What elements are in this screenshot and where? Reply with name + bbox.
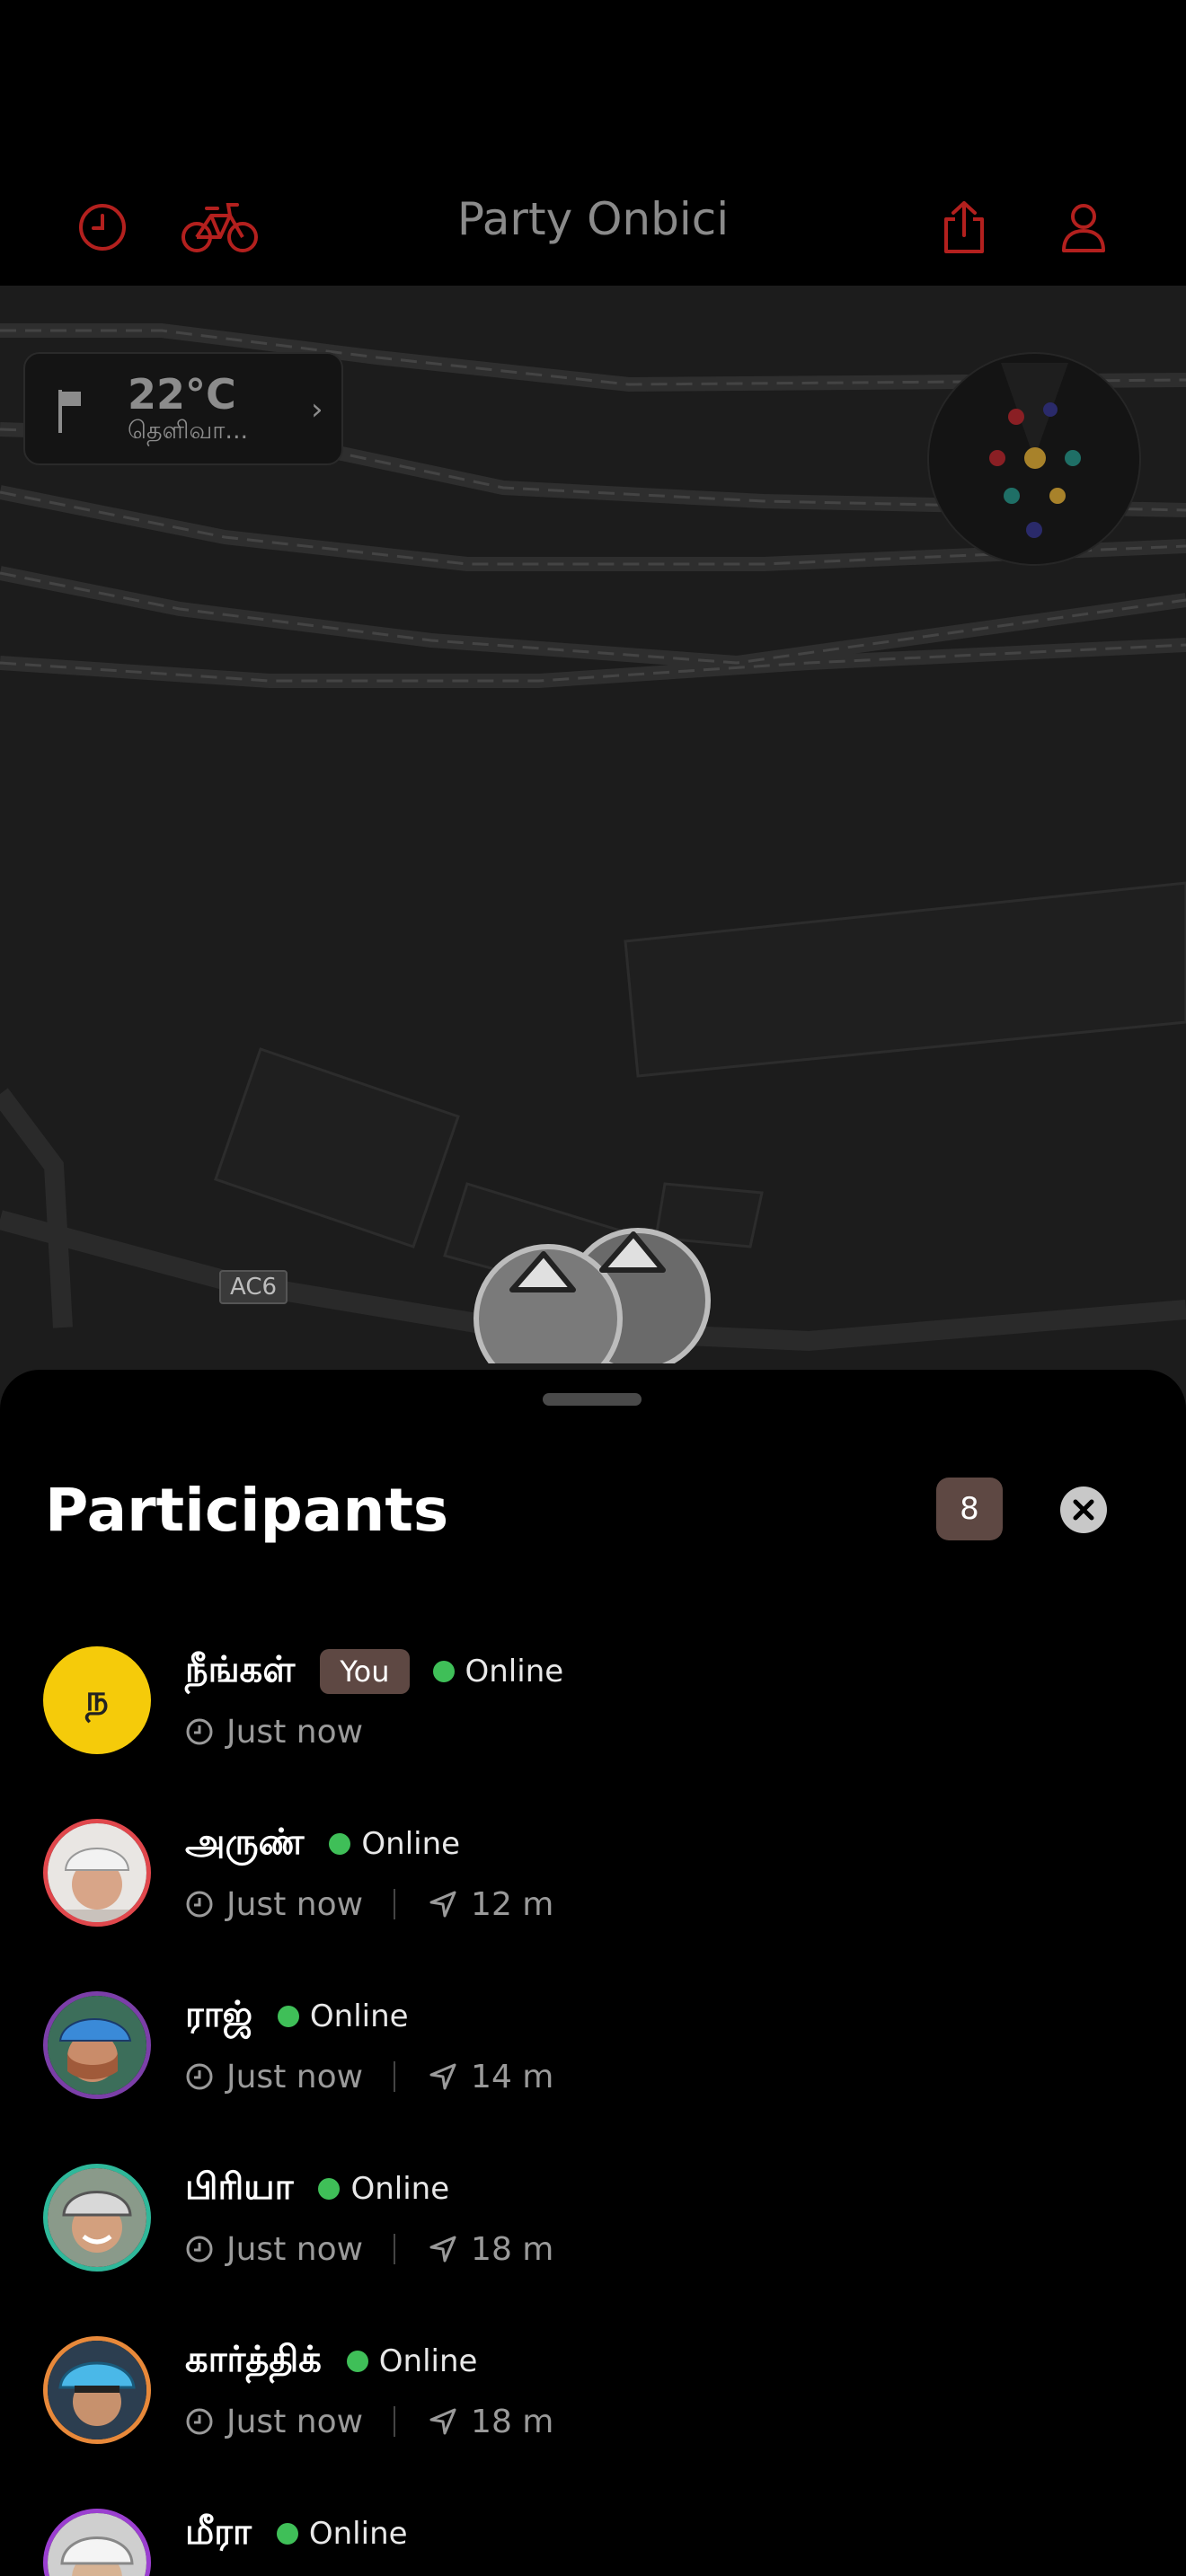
online-indicator	[346, 2351, 368, 2372]
participant-name: கார்த்திக்	[185, 2338, 322, 2380]
navigation-arrow-icon	[428, 2061, 458, 2092]
participant-name: மீரா	[185, 2510, 252, 2553]
avatar	[43, 1819, 151, 1927]
participant-row[interactable]: மீரா Online	[0, 2503, 1186, 2576]
profile-icon	[1062, 204, 1105, 252]
participant-status: Online	[465, 1654, 564, 1689]
participant-status: Online	[378, 2343, 478, 2379]
online-indicator	[318, 2178, 341, 2200]
online-indicator	[277, 2006, 299, 2027]
participant-row[interactable]: கார்த்திக் Online Just now 18 m	[0, 2331, 1186, 2501]
participants-sheet: Participants 8 ந நீங்கள் You Online Just…	[0, 1370, 1186, 2576]
participant-row[interactable]: ந நீங்கள் You Online Just now	[0, 1641, 1186, 1812]
flag-icon	[58, 390, 81, 433]
top-app-bar: Party Onbici	[0, 0, 1186, 286]
you-badge: You	[320, 1649, 410, 1694]
avatar	[43, 2336, 151, 2444]
distance: 12 m	[471, 1885, 554, 1923]
divider	[394, 2234, 396, 2264]
sheet-drag-handle[interactable]	[543, 1393, 642, 1406]
last-seen: Just now	[226, 2058, 364, 2095]
weather-description: தெளிவா...	[128, 417, 249, 445]
share-icon	[944, 201, 984, 253]
participant-count-badge: 8	[936, 1478, 1003, 1540]
avatar	[43, 2164, 151, 2272]
last-seen: Just now	[226, 1885, 364, 1923]
navigation-arrow-icon	[428, 1889, 458, 1919]
close-icon	[1073, 1499, 1094, 1521]
sheet-title: Participants	[45, 1476, 449, 1545]
online-indicator	[276, 2523, 298, 2545]
weather-widget[interactable]: 22°C தெளிவா... ›	[23, 352, 343, 465]
last-seen: Just now	[226, 1713, 364, 1751]
distance: 18 m	[471, 2403, 554, 2440]
clock-icon	[185, 2407, 214, 2436]
navigation-arrow-icon	[428, 2406, 458, 2437]
online-indicator	[432, 1661, 455, 1682]
avatar	[43, 2509, 151, 2576]
participant-status: Online	[309, 1998, 409, 2034]
distance: 18 m	[471, 2230, 554, 2268]
distance: 14 m	[471, 2058, 554, 2095]
close-button[interactable]	[1060, 1486, 1107, 1533]
participant-row[interactable]: ராஜ் Online Just now 14 m	[0, 1986, 1186, 2157]
participant-row[interactable]: அருண் Online Just now 12 m	[0, 1813, 1186, 1984]
participant-status: Online	[361, 1826, 461, 1862]
radar-dots	[989, 363, 1081, 538]
participant-name: ராஜ்	[185, 1993, 252, 2035]
share-button[interactable]	[928, 196, 1000, 259]
app-title: Party Onbici	[456, 193, 730, 245]
participant-status: Online	[350, 2171, 450, 2207]
profile-button[interactable]	[1048, 196, 1120, 259]
avatar	[43, 1991, 151, 2099]
participant-name: அருண்	[185, 1821, 305, 1863]
chevron-right-icon: ›	[311, 392, 323, 428]
avatar: ந	[43, 1646, 151, 1754]
online-indicator	[329, 1833, 351, 1855]
divider	[394, 2061, 396, 2092]
participant-name: நீங்கள்	[185, 1648, 296, 1690]
weather-temperature: 22°C	[128, 370, 236, 419]
rider-radar[interactable]	[927, 352, 1141, 566]
navigation-arrow-icon	[428, 2234, 458, 2264]
clock-icon	[185, 2062, 214, 2091]
clock-icon	[185, 2235, 214, 2263]
last-seen: Just now	[226, 2230, 364, 2268]
clock-icon	[185, 1890, 214, 1919]
participant-name: பிரியா	[185, 2166, 294, 2208]
divider	[394, 2406, 396, 2437]
clock-icon	[185, 1717, 214, 1746]
divider	[394, 1889, 396, 1919]
last-seen: Just now	[226, 2403, 364, 2440]
rider-markers[interactable]	[422, 1220, 719, 1363]
participant-status: Online	[308, 2516, 408, 2552]
road-label: AC6	[219, 1270, 288, 1304]
participant-row[interactable]: பிரியா Online Just now 18 m	[0, 2158, 1186, 2329]
